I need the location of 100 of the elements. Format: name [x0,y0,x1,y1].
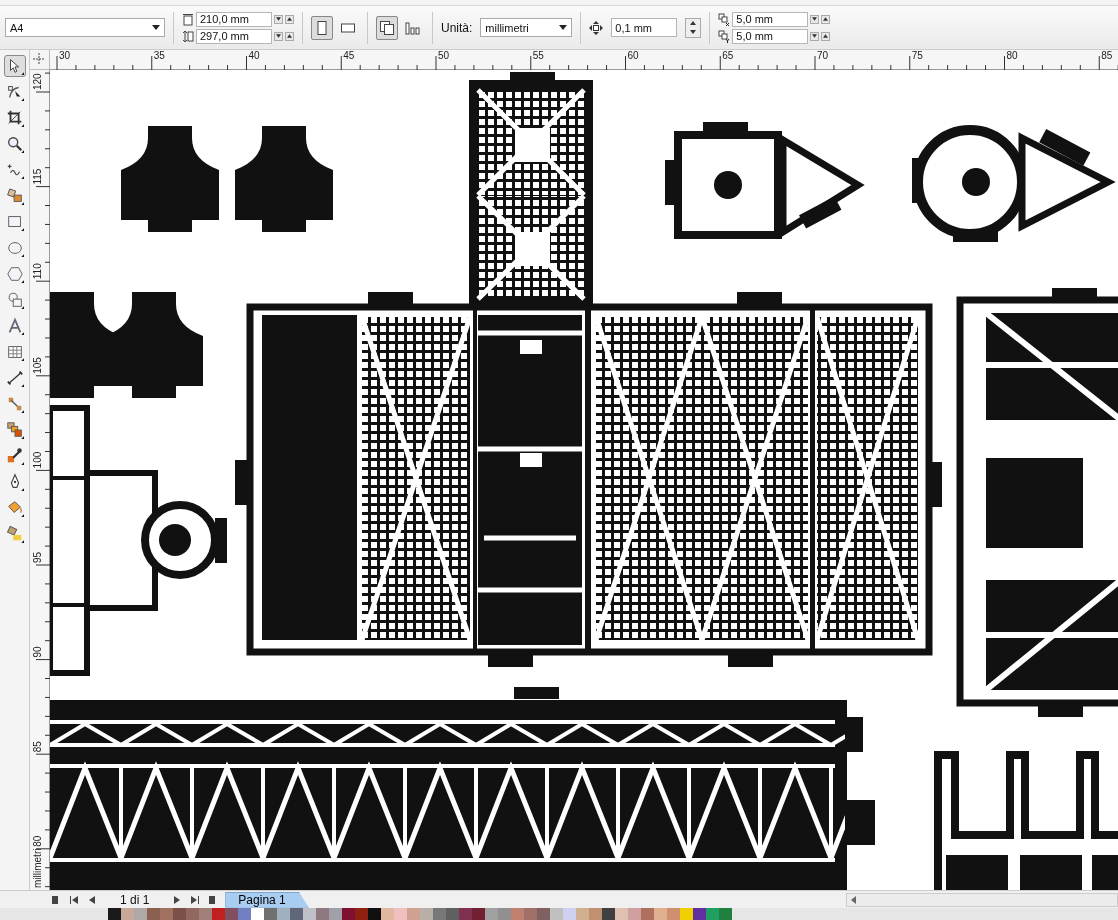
ruler-label: 110 [32,263,43,280]
color-swatch[interactable] [238,908,251,920]
color-swatch[interactable] [212,908,225,920]
ruler-label: 35 [153,50,165,61]
color-swatch[interactable] [589,908,602,920]
color-swatch[interactable] [407,908,420,920]
color-swatch[interactable] [394,908,407,920]
color-swatch[interactable] [186,908,199,920]
units-dropdown[interactable]: millimetri [480,18,573,37]
color-swatch[interactable] [121,908,134,920]
color-swatch[interactable] [199,908,212,920]
color-swatch[interactable] [355,908,368,920]
ruler-label: 85 [1101,50,1113,61]
ruler-origin[interactable] [30,50,50,70]
color-swatch[interactable] [134,908,147,920]
color-swatch[interactable] [654,908,667,920]
color-swatch[interactable] [173,908,186,920]
ruler-label: 105 [32,357,43,374]
color-swatch[interactable] [485,908,498,920]
number-field[interactable]: 5,0 mm [732,11,809,27]
color-swatch[interactable] [147,908,160,920]
color-swatch[interactable] [303,908,316,920]
color-swatch[interactable] [472,908,485,920]
color-swatch[interactable] [381,908,394,920]
left-arrow-icon [850,895,858,904]
color-swatch[interactable] [329,908,342,920]
ruler-label: 40 [248,50,260,61]
color-swatch[interactable] [433,908,446,920]
horizontal-ruler[interactable]: 30 35 40 45 50 55 60 65 70 75 80 85 [50,50,1118,70]
increment-button[interactable] [821,14,831,24]
caret-icon [559,25,568,30]
number-field[interactable]: 5,0 mm [732,28,809,44]
page-height-icon [182,29,194,43]
page-count: 1 di 1 [119,892,151,907]
decrement-button[interactable] [810,31,820,41]
decrement-button[interactable] [810,14,820,24]
color-swatch[interactable] [277,908,290,920]
ruler-label: 100 [32,451,43,469]
up-arrow-icon [823,17,829,21]
color-swatch[interactable] [368,908,381,920]
decrement-button[interactable] [274,14,283,24]
increment-button[interactable] [686,18,701,28]
duplicate-x-icon [718,12,731,26]
up-arrow-icon [823,34,829,38]
color-swatch[interactable] [719,908,732,920]
color-swatch[interactable] [459,908,472,920]
down-arrow-icon [276,34,281,38]
color-swatch[interactable] [667,908,680,920]
tool-button[interactable] [3,55,26,77]
ruler-label: 60 [627,50,639,61]
horizontal-scrollbar[interactable] [846,892,1118,907]
color-swatch[interactable] [615,908,628,920]
color-swatch[interactable] [641,908,654,920]
color-swatch[interactable] [563,908,576,920]
down-arrow-icon [812,17,818,21]
color-swatch[interactable] [511,908,524,920]
color-swatch[interactable] [498,908,511,920]
decrement-button[interactable] [686,27,701,37]
page-layout-icon [405,19,421,36]
vertical-ruler[interactable]: 120 115 110 105 100 95 90 85 80 millimetri [30,70,50,890]
color-swatch[interactable] [576,908,589,920]
color-swatch[interactable] [160,908,173,920]
page-tab[interactable]: Pagina 1 [225,891,309,908]
increment-button[interactable] [821,31,831,41]
ruler-label: 115 [32,168,43,185]
color-swatch[interactable] [251,908,264,920]
color-swatch[interactable] [550,908,563,920]
color-swatch[interactable] [537,908,550,920]
number-field[interactable]: 297,0 mm [196,28,272,44]
color-swatch[interactable] [108,908,121,920]
pages-icon [379,19,395,36]
decrement-button[interactable] [274,31,283,41]
color-swatch[interactable] [602,908,615,920]
nudge-field[interactable]: 0,1 mm [611,18,678,37]
ruler-label: 65 [722,50,734,61]
first-page-button[interactable] [68,893,80,906]
color-swatch[interactable] [225,908,238,920]
color-swatch[interactable] [446,908,459,920]
color-swatch[interactable] [420,908,433,920]
increment-button[interactable] [285,14,294,24]
color-swatch[interactable] [524,908,537,920]
paper-size-dropdown[interactable]: A4 [5,18,165,37]
color-swatch[interactable] [316,908,329,920]
increment-button[interactable] [285,31,294,41]
color-swatch[interactable] [628,908,641,920]
number-field[interactable]: 210,0 mm [196,11,272,27]
color-swatch[interactable] [693,908,706,920]
ruler-label: 95 [32,551,43,563]
color-swatch[interactable] [706,908,719,920]
down-arrow-icon [812,34,818,38]
page-layout-button[interactable] [376,15,398,40]
color-swatch[interactable] [680,908,693,920]
ruler-unit-label: millimetri [32,848,43,888]
ruler-label: 85 [32,741,43,753]
color-swatch[interactable] [342,908,355,920]
ruler-label: 80 [1006,50,1018,61]
last-page-button[interactable] [189,893,202,906]
color-swatch[interactable] [290,908,303,920]
orientation-button[interactable] [311,15,333,40]
color-swatch[interactable] [264,908,277,920]
